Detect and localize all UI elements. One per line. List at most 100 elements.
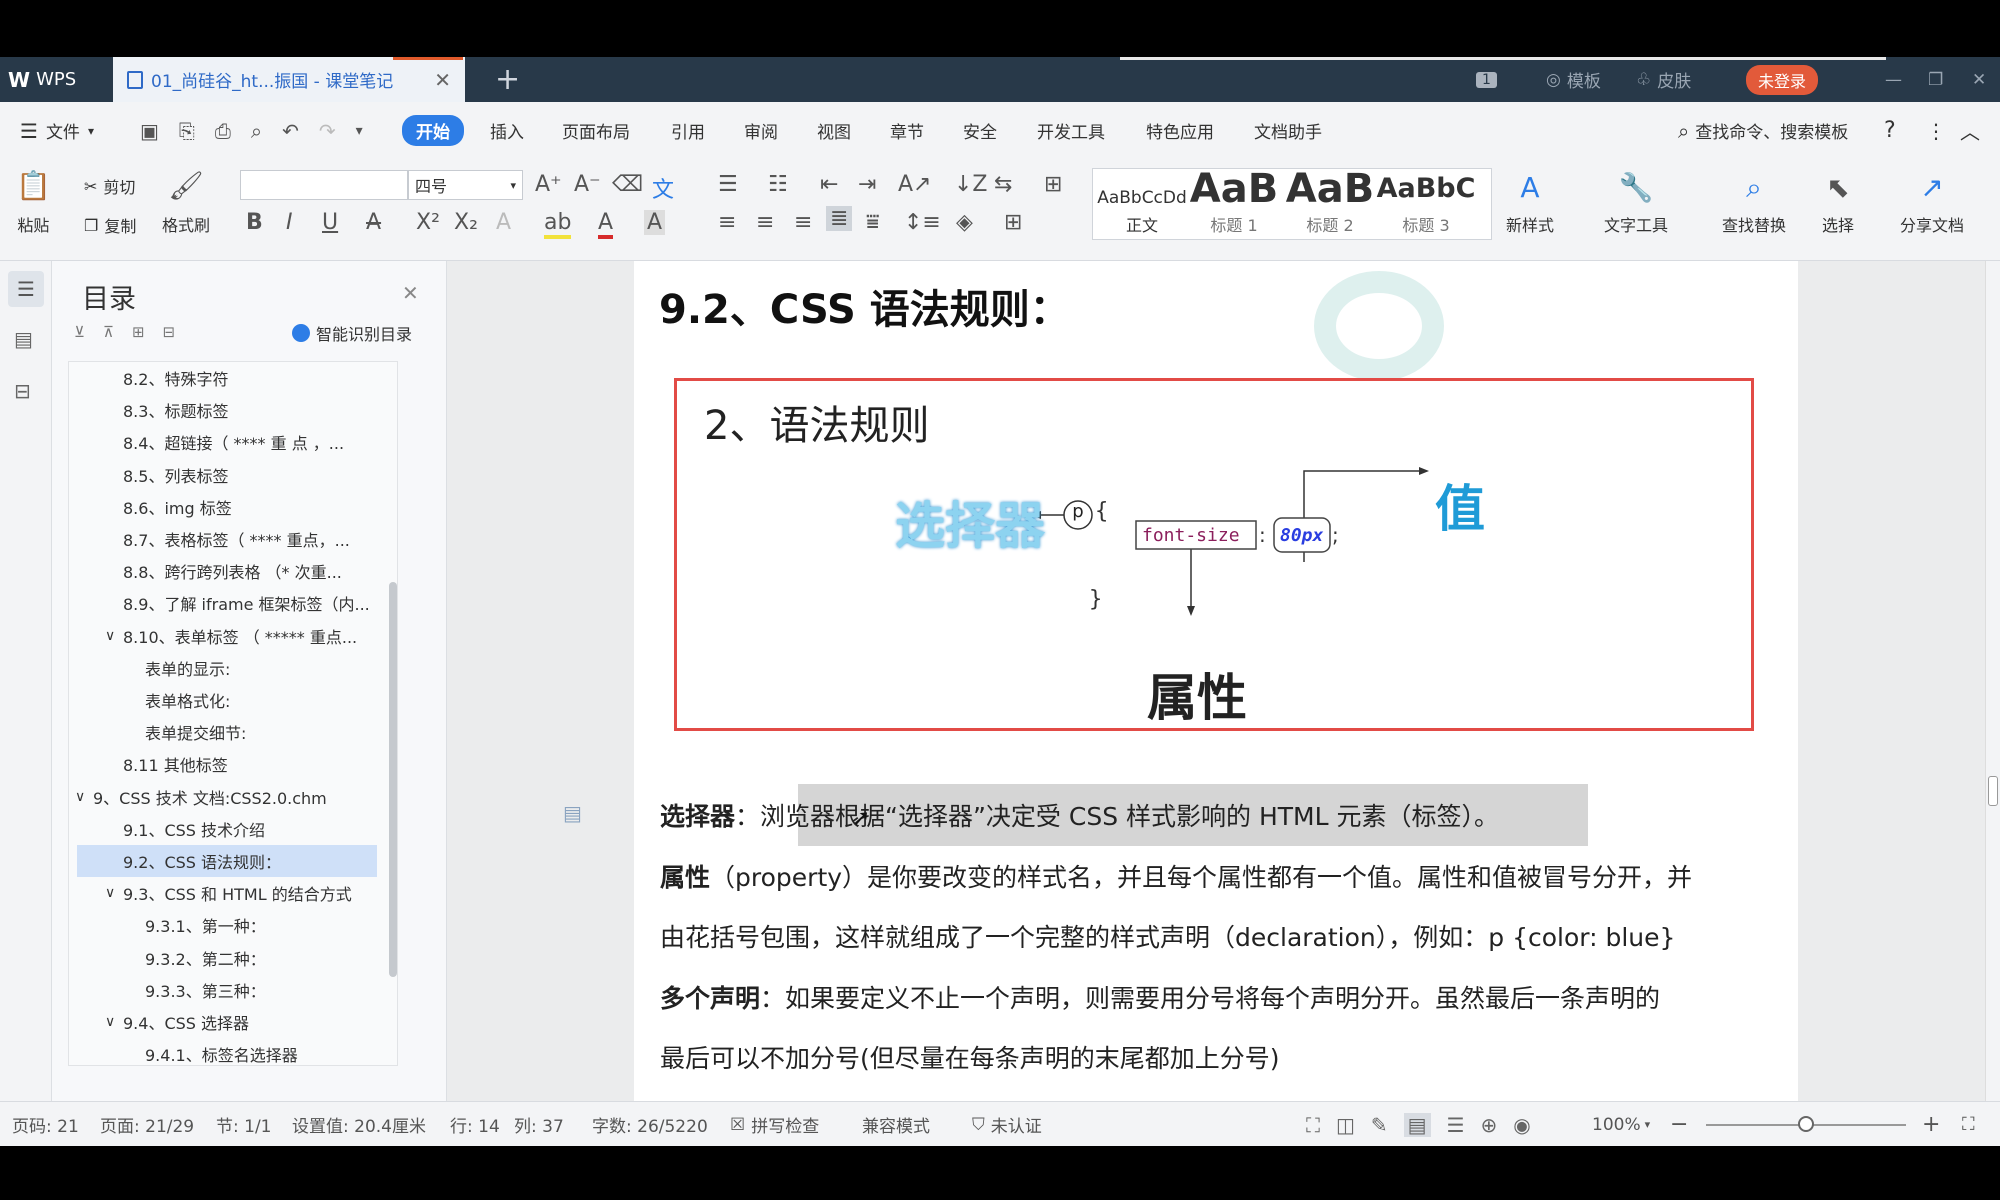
skin-button[interactable]: ♧ 皮肤 bbox=[1636, 57, 1691, 102]
underline-icon[interactable]: U bbox=[322, 210, 338, 235]
toc-item[interactable]: 9.3.1、第一种： bbox=[77, 909, 377, 941]
zoom-slider-thumb[interactable] bbox=[1798, 1116, 1814, 1132]
document-page[interactable]: 9.2、CSS 语法规则： 2、语法规则 选择器 p { font-size :… bbox=[634, 261, 1798, 1101]
toc-item[interactable]: 8.3、标题标签 bbox=[77, 394, 377, 426]
chevron-down-icon[interactable]: ∨ bbox=[105, 1014, 115, 1030]
certification-status[interactable]: ⛉ 未认证 bbox=[972, 1102, 1042, 1147]
justify-icon[interactable]: ≣ bbox=[826, 206, 853, 231]
word-count[interactable]: 字数: 26/5220 bbox=[592, 1102, 708, 1147]
style-heading-2[interactable]: AaB 标题 2 bbox=[1282, 166, 1378, 236]
toc-item[interactable]: 8.7、表格标签（ **** 重点，... bbox=[77, 523, 377, 555]
read-mode-icon[interactable]: ◫ bbox=[1336, 1113, 1355, 1137]
help-icon[interactable]: ? bbox=[1884, 102, 1896, 159]
font-size-select[interactable]: 四号 ▾ bbox=[408, 170, 523, 200]
add-heading-icon[interactable]: ⊞ bbox=[132, 323, 145, 341]
bookmark-icon[interactable]: ⊟ bbox=[14, 379, 31, 403]
tab-security[interactable]: 安全 bbox=[963, 102, 997, 159]
toc-item[interactable]: 9.4.1、标签名选择器 bbox=[77, 1038, 377, 1065]
page-count[interactable]: 页面: 21/29 bbox=[100, 1102, 194, 1147]
login-button[interactable]: 未登录 bbox=[1746, 57, 1819, 102]
toc-item[interactable]: 8.4、超链接（ **** 重 点 ，... bbox=[77, 426, 377, 458]
eye-protect-icon[interactable]: ◉ bbox=[1513, 1113, 1530, 1137]
format-painter-button[interactable]: 🖌 格式刷 bbox=[162, 170, 210, 236]
style-heading-3[interactable]: AaBbC 标题 3 bbox=[1377, 172, 1476, 236]
outline-view-icon[interactable]: ☰ bbox=[1447, 1113, 1465, 1137]
print-icon[interactable]: ⎙ bbox=[215, 119, 231, 143]
shrink-font-icon[interactable]: A⁻ bbox=[574, 172, 601, 197]
subscript-icon[interactable]: X₂ bbox=[454, 210, 478, 235]
remove-heading-icon[interactable]: ⊟ bbox=[163, 323, 176, 341]
line-spacing-icon[interactable]: ↕≡ bbox=[904, 210, 941, 235]
scroll-thumb[interactable] bbox=[1988, 776, 1998, 806]
find-replace-button[interactable]: ⌕ 查找替换 bbox=[1722, 172, 1786, 236]
align-left-icon[interactable]: ≡ bbox=[718, 210, 736, 235]
toc-list-icon[interactable]: ☰ bbox=[8, 271, 44, 307]
toc-item[interactable]: 8.5、列表标签 bbox=[77, 459, 377, 491]
wps-home-tab[interactable]: W WPS bbox=[8, 57, 76, 102]
tab-review[interactable]: 审阅 bbox=[744, 102, 778, 159]
toc-scrollbar[interactable] bbox=[389, 582, 397, 977]
distribute-icon[interactable]: ⩸ bbox=[866, 210, 879, 235]
toc-item[interactable]: 8.11 其他标签 bbox=[77, 748, 377, 780]
toc-item[interactable]: 表单的显示: bbox=[77, 652, 377, 684]
close-tab-icon[interactable]: ✕ bbox=[434, 68, 451, 92]
bold-icon[interactable]: B bbox=[246, 210, 263, 235]
toc-item[interactable]: 8.8、跨行跨列表格 （* 次重... bbox=[77, 555, 377, 587]
char-shading-icon[interactable]: A bbox=[644, 210, 666, 235]
toc-item[interactable]: 8.2、特殊字符 bbox=[77, 362, 377, 394]
toc-item[interactable]: 9.3.2、第二种： bbox=[77, 942, 377, 974]
tab-chapter[interactable]: 章节 bbox=[890, 102, 924, 159]
spell-check-button[interactable]: ☒ 拼写检查 bbox=[730, 1102, 819, 1147]
cut-button[interactable]: ✂ 剪切 bbox=[84, 174, 135, 198]
bullets-icon[interactable]: ☰ bbox=[718, 172, 738, 197]
shading-icon[interactable]: ◈ bbox=[956, 210, 973, 235]
share-button[interactable]: ↗ 分享文档 bbox=[1900, 172, 1964, 236]
superscript-icon[interactable]: X² bbox=[416, 210, 440, 235]
toc-item[interactable]: 表单格式化: bbox=[77, 684, 377, 716]
clear-format-icon[interactable]: ⌫ bbox=[612, 172, 643, 197]
new-style-button[interactable]: A 新样式 bbox=[1506, 172, 1554, 236]
tab-doc-assistant[interactable]: 文档助手 bbox=[1254, 102, 1322, 159]
undo-icon[interactable]: ↶ bbox=[282, 119, 299, 143]
smart-toc-button[interactable]: 智能识别目录 bbox=[292, 321, 412, 345]
save-icon[interactable]: ▣ bbox=[140, 119, 159, 143]
toc-item[interactable]: 8.6、img 标签 bbox=[77, 491, 377, 523]
increase-indent-icon[interactable]: ⇥ bbox=[858, 172, 876, 197]
chevron-down-icon[interactable]: ∨ bbox=[105, 885, 115, 901]
style-heading-1[interactable]: AaB 标题 1 bbox=[1186, 166, 1282, 236]
zoom-select[interactable]: 100% ▾ bbox=[1592, 1102, 1650, 1147]
copy-button[interactable]: ❐ 复制 bbox=[84, 213, 136, 237]
chapter-nav-icon[interactable]: ▤ bbox=[14, 327, 33, 351]
text-tools-button[interactable]: 🔧 文字工具 bbox=[1604, 172, 1668, 236]
align-right-icon[interactable]: ≡ bbox=[794, 210, 812, 235]
toc-item[interactable]: ∨ 9.4、CSS 选择器 bbox=[77, 1006, 377, 1038]
tab-insert[interactable]: 插入 bbox=[490, 102, 524, 159]
numbering-icon[interactable]: ☷ bbox=[768, 172, 788, 197]
toc-item[interactable]: 8.9、了解 iframe 框架标签（内... bbox=[77, 587, 377, 619]
edit-mode-icon[interactable]: ✎ bbox=[1371, 1113, 1388, 1137]
highlight-icon[interactable]: ab bbox=[544, 210, 572, 239]
toc-item[interactable]: ∨ 9.3、CSS 和 HTML 的结合方式 bbox=[77, 877, 377, 909]
vertical-scrollbar[interactable] bbox=[1985, 261, 2000, 1101]
redo-icon[interactable]: ↷ bbox=[319, 119, 336, 143]
restore-icon[interactable]: ❐ bbox=[1928, 57, 1943, 102]
web-view-icon[interactable]: ⊕ bbox=[1481, 1113, 1498, 1137]
tab-references[interactable]: 引用 bbox=[671, 102, 705, 159]
tab-home[interactable]: 开始 bbox=[402, 102, 464, 159]
text-direction-icon[interactable]: A↗ bbox=[898, 172, 931, 197]
toc-item[interactable]: 9.1、CSS 技术介绍 bbox=[77, 813, 377, 845]
align-center-icon[interactable]: ≡ bbox=[756, 210, 774, 235]
chevron-down-icon[interactable]: ∨ bbox=[75, 789, 85, 805]
chevron-down-icon[interactable]: ∨ bbox=[105, 628, 115, 644]
expand-up-icon[interactable]: ⊼ bbox=[103, 323, 114, 341]
close-window-icon[interactable]: ✕ bbox=[1972, 57, 1986, 102]
customize-icon[interactable]: ▾ bbox=[356, 123, 363, 139]
paragraph-handle-icon[interactable]: ▤ bbox=[563, 801, 582, 825]
template-button[interactable]: ◎ 模板 bbox=[1546, 57, 1601, 102]
paste-button[interactable]: 📋 粘贴 bbox=[16, 170, 51, 236]
italic-icon[interactable]: I bbox=[286, 210, 293, 235]
toc-item[interactable]: 9.2、CSS 语法规则： bbox=[77, 845, 377, 877]
close-icon[interactable]: ✕ bbox=[402, 281, 419, 305]
layout-icon[interactable]: ⊞ bbox=[1044, 172, 1062, 197]
toc-item[interactable]: ∨ 9、CSS 技术 文档:CSS2.0.chm bbox=[75, 781, 377, 813]
